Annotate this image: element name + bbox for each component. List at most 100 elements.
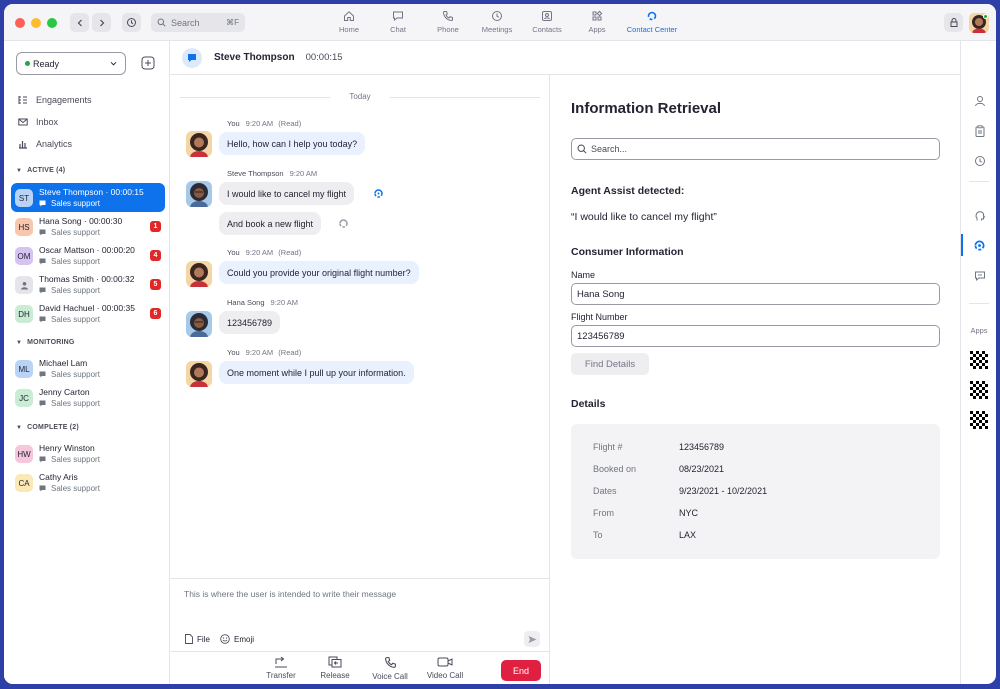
nav-contact-center[interactable]: Contact Center	[624, 10, 680, 34]
message-composer[interactable]: This is where the user is intended to wr…	[170, 578, 549, 651]
agent-avatar	[186, 361, 212, 387]
emoji-label: Emoji	[234, 634, 255, 644]
contact-name: Hana Song · 00:00:30	[39, 216, 123, 226]
add-engagement-button[interactable]	[141, 56, 155, 70]
minimize-window-button[interactable]	[31, 18, 41, 28]
user-avatar[interactable]	[969, 13, 989, 33]
voice-call-label: Voice Call	[372, 672, 408, 681]
complete-henry-winston[interactable]: HW Henry Winston Sales support	[11, 439, 165, 468]
contact-name: Cathy Aris	[39, 472, 78, 482]
contacts-icon	[542, 11, 552, 21]
voice-call-button[interactable]: Voice Call	[366, 656, 414, 681]
agent-assist-heading: Agent Assist detected:	[571, 185, 685, 197]
presence-button[interactable]	[944, 13, 963, 32]
message-bubble[interactable]: 123456789	[219, 311, 281, 334]
engagement-oscar-mattson[interactable]: OM Oscar Mattson · 00:00:20 Sales suppor…	[11, 241, 165, 270]
caret-down-icon: ▼	[16, 424, 23, 431]
sidebar-item-analytics[interactable]: Analytics	[18, 139, 72, 149]
status-dropdown[interactable]: Ready	[16, 52, 126, 75]
app-icon-3[interactable]	[970, 411, 988, 429]
global-search[interactable]: Search ⌘F	[151, 13, 245, 32]
back-button[interactable]	[70, 13, 89, 32]
message-bubble[interactable]: I would like to cancel my flight	[219, 182, 355, 205]
agent-assist-detected-icon[interactable]	[373, 188, 384, 199]
engagement-hana-song[interactable]: HS Hana Song · 00:00:30 Sales support 1	[11, 212, 165, 241]
history-button[interactable]	[122, 13, 141, 32]
app-icon-2[interactable]	[970, 381, 988, 399]
conversation-timer: 00:00:15	[305, 52, 343, 63]
search-icon	[157, 18, 166, 27]
nav-meetings[interactable]: Meetings	[473, 10, 521, 34]
contact-queue: Sales support	[39, 257, 100, 266]
rail-scripts-button[interactable]	[973, 209, 986, 222]
engagements-icon	[18, 96, 27, 104]
avatar: HS	[15, 218, 33, 236]
nav-chat[interactable]: Chat	[374, 10, 422, 34]
monitoring-jenny-carton[interactable]: JC Jenny Carton Sales support	[11, 383, 165, 412]
app-icon-1[interactable]	[970, 351, 988, 369]
transfer-icon	[275, 656, 287, 668]
complete-cathy-aris[interactable]: CA Cathy Aris Sales support	[11, 468, 165, 497]
nav-apps[interactable]: Apps	[573, 10, 621, 34]
rail-agent-assist-button[interactable]	[973, 239, 986, 252]
find-details-button[interactable]: Find Details	[571, 353, 649, 375]
nav-contacts[interactable]: Contacts	[523, 10, 571, 34]
release-button[interactable]: Release	[311, 656, 359, 680]
close-window-button[interactable]	[15, 18, 25, 28]
name-field[interactable]: Hana Song	[571, 283, 940, 305]
rail-messages-button[interactable]	[973, 269, 986, 282]
info-search-input[interactable]: Search...	[571, 138, 940, 160]
nav-contact-center-label: Contact Center	[626, 25, 678, 34]
presence-icon	[950, 17, 957, 27]
end-button[interactable]: End	[501, 660, 541, 681]
video-call-button[interactable]: Video Call	[421, 656, 469, 680]
message-bubble[interactable]: And book a new flight	[219, 212, 322, 235]
history-icon	[974, 155, 985, 166]
rail-profile-button[interactable]	[973, 94, 986, 107]
section-monitoring-header[interactable]: ▼ MONITORING	[16, 339, 75, 346]
customer-avatar-icon	[190, 313, 208, 337]
avatar-initials: ST	[18, 193, 30, 203]
nav-apps-label: Apps	[588, 25, 606, 34]
message-bubble[interactable]: One moment while I pull up your informat…	[219, 361, 414, 384]
details-heading: Details	[571, 398, 606, 410]
detail-key: Booked on	[593, 464, 637, 474]
sidebar-item-engagements[interactable]: Engagements	[18, 95, 92, 105]
person-icon	[20, 281, 28, 289]
forward-button[interactable]	[92, 13, 111, 32]
flight-number-field[interactable]: 123456789	[571, 325, 940, 347]
section-active-header[interactable]: ▼ ACTIVE (4)	[16, 167, 65, 174]
person-icon	[974, 95, 985, 106]
section-complete-header[interactable]: ▼ COMPLETE (2)	[16, 424, 79, 431]
emoji-button[interactable]: Emoji	[220, 634, 254, 644]
contact-name: David Hachuel · 00:00:35	[39, 303, 135, 313]
engagement-thomas-smith[interactable]: Thomas Smith · 00:00:32 Sales support 5	[11, 270, 165, 299]
nav-chat-label: Chat	[390, 25, 406, 34]
inbox-icon	[18, 118, 28, 126]
search-shortcut: ⌘F	[226, 18, 239, 27]
rail-apps-label: Apps	[970, 326, 988, 335]
sidebar-item-label: Analytics	[36, 139, 73, 149]
avatar-initials: DH	[18, 309, 30, 319]
maximize-window-button[interactable]	[47, 18, 57, 28]
engagement-steve-thompson[interactable]: ST Steve Thompson · 00:00:15 Sales suppo…	[11, 183, 165, 212]
sidebar-item-inbox[interactable]: Inbox	[18, 117, 58, 127]
avatar	[15, 276, 33, 294]
nav-phone-label: Phone	[437, 25, 459, 34]
rail-notes-button[interactable]	[973, 124, 986, 137]
nav-home[interactable]: Home	[325, 10, 373, 34]
rail-history-button[interactable]	[973, 154, 986, 167]
nav-phone[interactable]: Phone	[424, 10, 472, 34]
message-bubble[interactable]: Hello, how can I help you today?	[219, 132, 366, 155]
monitoring-michael-lam[interactable]: ML Michael Lam Sales support	[11, 354, 165, 383]
chat-bubble-icon	[39, 316, 46, 323]
agent-assist-icon[interactable]	[338, 218, 349, 229]
agent-avatar-icon	[190, 263, 208, 287]
attach-file-button[interactable]: File	[185, 634, 210, 644]
message-bubble[interactable]: Could you provide your original flight n…	[219, 261, 419, 284]
engagement-david-hachuel[interactable]: DH David Hachuel · 00:00:35 Sales suppor…	[11, 299, 165, 328]
send-button[interactable]	[524, 631, 540, 647]
transfer-button[interactable]: Transfer	[257, 656, 305, 680]
contact-queue-label: Sales support	[51, 228, 100, 237]
consumer-info-heading: Consumer Information	[571, 246, 684, 258]
